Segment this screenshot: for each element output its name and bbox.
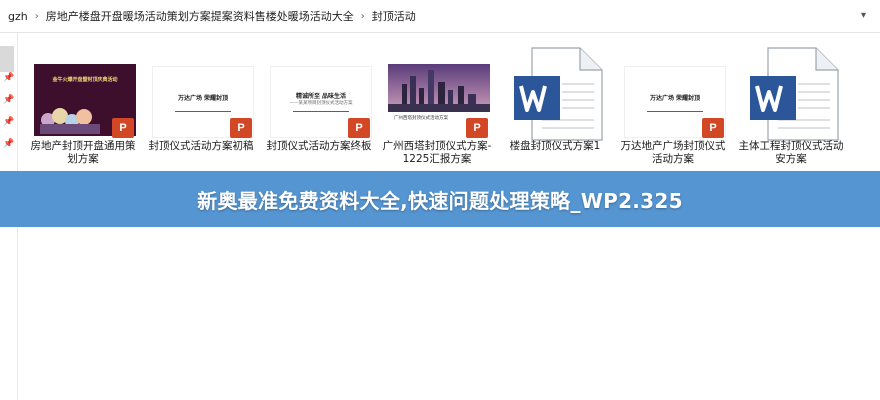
slide-divider bbox=[175, 111, 231, 112]
pin-icon[interactable]: 📌 bbox=[3, 117, 14, 127]
file-thumbnail bbox=[740, 42, 844, 141]
file-thumbnail: 万达广场 荣耀封顶 P bbox=[150, 42, 258, 138]
pin-icon[interactable]: 📌 bbox=[3, 139, 14, 149]
water-reflection bbox=[388, 104, 490, 112]
powerpoint-icon: P bbox=[112, 118, 140, 138]
powerpoint-icon: P bbox=[230, 118, 258, 138]
breadcrumb-chevron-icon[interactable]: › bbox=[358, 11, 368, 22]
illustration-icon bbox=[40, 108, 100, 134]
breadcrumb-root[interactable]: gzh bbox=[0, 10, 32, 23]
file-thumbnail: 精诚所至 品味生活 ——某某项目封顶仪式活动方案 P bbox=[268, 42, 376, 138]
pin-icon[interactable]: 📌 bbox=[3, 73, 14, 83]
slide-title: 万达广场 荣耀封顶 bbox=[177, 95, 229, 102]
file-item[interactable]: 万达广场 荣耀封顶 P 封顶仪式活动方案初稿 bbox=[144, 38, 258, 178]
powerpoint-icon: P bbox=[348, 118, 376, 138]
word-document-icon bbox=[750, 47, 839, 141]
powerpoint-icon: P bbox=[702, 118, 730, 138]
file-item[interactable]: 万达广场 荣耀封顶 P 万达地产广场封顶仪式活动方案 bbox=[616, 38, 730, 178]
file-item[interactable]: 楼盘封顶仪式方案1 bbox=[498, 38, 612, 178]
slide-divider bbox=[647, 111, 703, 112]
file-name[interactable]: 广州西塔封顶仪式方案-1225汇报方案 bbox=[380, 140, 494, 166]
slide-title: 万达广场 荣耀封顶 bbox=[649, 95, 701, 102]
breadcrumb-current[interactable]: 封顶活动 bbox=[368, 8, 420, 24]
file-thumbnail: 金牛火爆开盘暨封顶庆典活动 P bbox=[32, 42, 140, 138]
file-item[interactable]: 广州西塔封顶仪式活动方案 P 广州西塔封顶仪式方案-1225汇报方案 bbox=[380, 38, 494, 178]
file-name[interactable]: 封顶仪式活动方案终板 bbox=[262, 140, 376, 153]
file-name[interactable]: 房地产封顶开盘通用策划方案 bbox=[26, 140, 140, 166]
nav-scrollbar-thumb[interactable] bbox=[0, 46, 14, 72]
file-item[interactable]: 精诚所至 品味生活 ——某某项目封顶仪式活动方案 P 封顶仪式活动方案终板 bbox=[262, 38, 376, 178]
slide-title: 广州西塔封顶仪式活动方案 bbox=[394, 116, 448, 121]
pin-icon[interactable]: 📌 bbox=[3, 95, 14, 105]
banner-title: 新奥最准免费资料大全,快速问题处理策略_WP2.325 bbox=[197, 188, 683, 213]
slide-title: 金牛火爆开盘暨封顶庆典活动 bbox=[52, 77, 118, 83]
powerpoint-icon: P bbox=[466, 118, 494, 138]
chevron-down-icon[interactable]: ▾ bbox=[861, 10, 866, 21]
file-grid: 金牛火爆开盘暨封顶庆典活动 P 房地产封顶开盘通用策划方案 万达广场 荣耀封顶 bbox=[26, 38, 876, 178]
slide-subtitle: ——某某项目封顶仪式活动方案 bbox=[289, 101, 353, 106]
slide-title: 精诚所至 品味生活 bbox=[295, 93, 347, 100]
file-thumbnail: 万达广场 荣耀封顶 P bbox=[622, 42, 730, 138]
file-item[interactable]: 金牛火爆开盘暨封顶庆典活动 P 房地产封顶开盘通用策划方案 bbox=[26, 38, 140, 178]
file-explorer-window: gzh › 房地产楼盘开盘暖场活动策划方案提案资料售楼处暖场活动大全 › 封顶活… bbox=[0, 0, 880, 400]
file-name[interactable]: 楼盘封顶仪式方案1 bbox=[498, 140, 612, 153]
file-thumbnail: 广州西塔封顶仪式活动方案 P bbox=[386, 42, 494, 138]
breadcrumb-chevron-icon[interactable]: › bbox=[32, 11, 42, 22]
file-item[interactable]: 主体工程封顶仪式活动安方案 bbox=[734, 38, 848, 178]
address-bar[interactable]: gzh › 房地产楼盘开盘暖场活动策划方案提案资料售楼处暖场活动大全 › 封顶活… bbox=[0, 0, 880, 33]
word-document-icon bbox=[514, 47, 603, 141]
breadcrumb-folder[interactable]: 房地产楼盘开盘暖场活动策划方案提案资料售楼处暖场活动大全 bbox=[42, 8, 358, 24]
slide-divider bbox=[293, 111, 349, 112]
file-name[interactable]: 封顶仪式活动方案初稿 bbox=[144, 140, 258, 153]
file-name[interactable]: 主体工程封顶仪式活动安方案 bbox=[734, 140, 848, 166]
file-name[interactable]: 万达地产广场封顶仪式活动方案 bbox=[616, 140, 730, 166]
file-thumbnail bbox=[504, 42, 608, 141]
headline-banner: 新奥最准免费资料大全,快速问题处理策略_WP2.325 bbox=[0, 171, 880, 227]
